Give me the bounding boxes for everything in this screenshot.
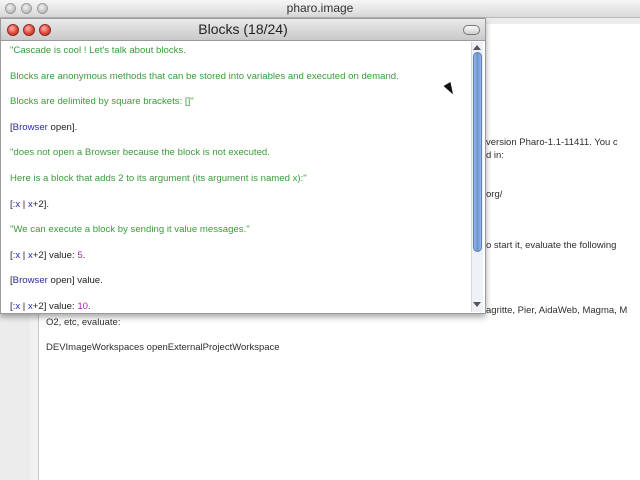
code-line: Blocks are delimited by square brackets:… — [10, 96, 194, 107]
toolbar-toggle-button[interactable] — [463, 25, 480, 35]
code-line: "We can execute a block by sending it va… — [10, 224, 250, 235]
main-titlebar: pharo.image — [0, 0, 640, 18]
code-token: "does not open a Browser because the blo… — [10, 147, 270, 159]
code-token: open] value. — [47, 275, 103, 287]
code-token: 10 — [77, 301, 88, 312]
code-token: . — [87, 301, 91, 312]
workspace-text-line: DEVImageWorkspaces openExternalProjectWo… — [46, 342, 280, 353]
code-token: | — [20, 249, 28, 261]
blocks-window-title: Blocks (18/24) — [198, 21, 288, 37]
code-line: [Browser open]. — [10, 122, 77, 133]
workspace-text-line: d in: — [486, 150, 504, 161]
scroll-down-arrow-icon[interactable] — [473, 302, 481, 307]
code-token: Browser — [12, 275, 48, 287]
code-token: | — [20, 301, 28, 312]
scrollbar-thumb[interactable] — [473, 52, 482, 252]
code-token: "Cascade is cool ! Let's talk about bloc… — [10, 45, 186, 56]
code-token: Browser — [12, 121, 48, 133]
code-token: . — [82, 249, 86, 261]
code-token: +2]. — [32, 198, 50, 210]
code-token: open]. — [47, 121, 78, 133]
workspace-text-line: o start it, evaluate the following — [486, 240, 617, 251]
blocks-window-titlebar[interactable]: Blocks (18/24) — [1, 19, 485, 41]
code-line: [:x | x+2]. — [10, 199, 49, 210]
code-token: "We can execute a block by sending it va… — [10, 224, 250, 236]
code-line: Here is a block that adds 2 to its argum… — [10, 173, 307, 184]
code-line: Blocks are anonymous methods that can be… — [10, 71, 399, 82]
minimize-window-button[interactable] — [21, 3, 32, 14]
vertical-scrollbar[interactable] — [471, 42, 483, 312]
code-token: Blocks are anonymous methods that can be… — [10, 70, 399, 82]
workspace-text-line: agritte, Pier, AidaWeb, Magma, M — [486, 305, 628, 316]
blocks-window[interactable]: Blocks (18/24) "Cascade is cool ! Let's … — [0, 18, 486, 314]
workspace-text-line: org/ — [486, 189, 503, 200]
close-window-button[interactable] — [5, 3, 16, 14]
code-token: +2] value: — [32, 301, 78, 312]
code-line: "Cascade is cool ! Let's talk about bloc… — [10, 45, 186, 56]
zoom-window-button[interactable] — [37, 3, 48, 14]
scroll-up-arrow-icon[interactable] — [473, 45, 481, 50]
workspace-text-line: O2, etc, evaluate: — [46, 317, 121, 328]
code-token: Blocks are delimited by square brackets:… — [10, 96, 194, 108]
workspace-text-line: version Pharo-1.1-11411. You c — [486, 137, 618, 148]
blocks-text-pane[interactable]: "Cascade is cool ! Let's talk about bloc… — [1, 41, 471, 313]
code-token: Here is a block that adds 2 to its argum… — [10, 173, 307, 184]
code-token: +2] value: — [32, 249, 78, 261]
code-line: "does not open a Browser because the blo… — [10, 147, 270, 158]
code-line: [:x | x+2] value: 10. — [10, 301, 91, 312]
code-token: | — [20, 198, 28, 210]
code-line: [:x | x+2] value: 5. — [10, 250, 85, 261]
main-window-title: pharo.image — [286, 1, 354, 15]
code-line: [Browser open] value. — [10, 275, 103, 286]
